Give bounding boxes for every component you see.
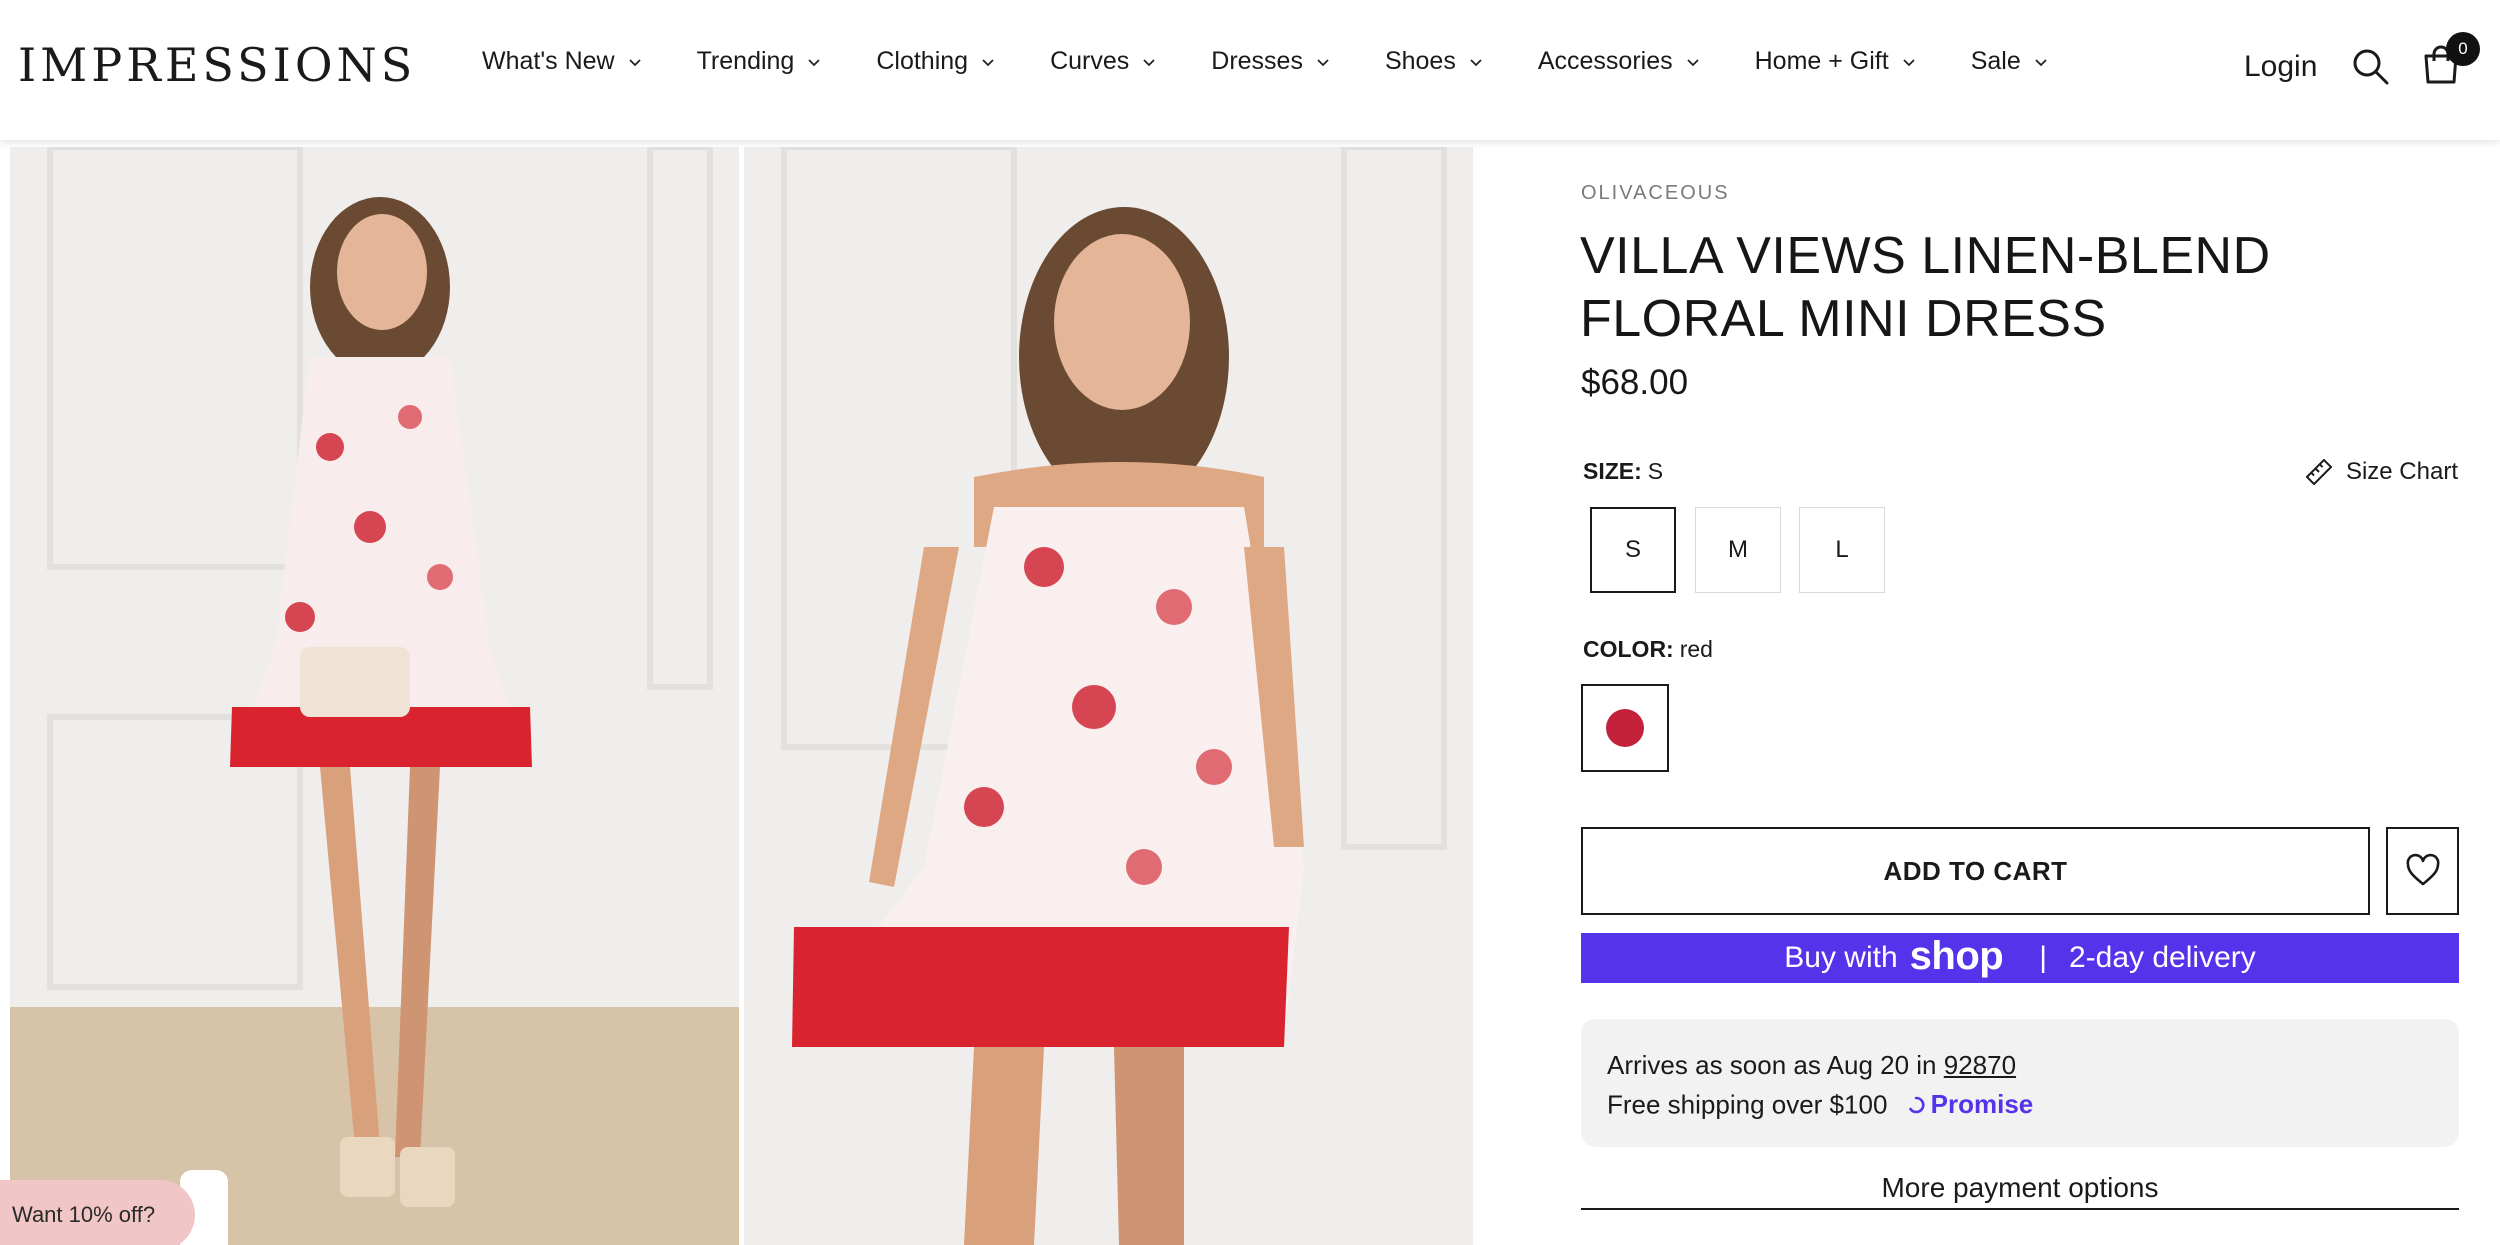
site-header: IMPRESSIONS What's New Trending Clothing… — [0, 0, 2500, 140]
shop-pay-separator: | — [2039, 941, 2047, 974]
delivery-shipping-line: Free shipping over $100 Promise — [1607, 1085, 2433, 1125]
heart-icon — [2406, 853, 2439, 886]
nav-item-trending[interactable]: Trending — [697, 47, 823, 76]
size-chart-link[interactable]: Size Chart — [2305, 458, 2458, 486]
chevron-down-icon — [2035, 58, 2047, 66]
more-payment-options-link[interactable]: More payment options — [1581, 1172, 2459, 1210]
product-brand[interactable]: OLIVACEOUS — [1581, 182, 1730, 205]
nav-item-sale[interactable]: Sale — [1971, 47, 2049, 76]
free-shipping-text: Free shipping over $100 — [1607, 1089, 1888, 1120]
product-photo-illustration — [10, 147, 739, 1245]
product-image-1[interactable] — [10, 147, 739, 1245]
nav-item-accessories[interactable]: Accessories — [1538, 47, 1701, 76]
cart-count-badge: 0 — [2446, 32, 2480, 66]
promise-badge[interactable]: Promise — [1907, 1085, 2034, 1124]
size-swatch-l[interactable]: L — [1799, 507, 1885, 593]
nav-label: Clothing — [876, 47, 969, 75]
size-option-label: SIZE: S — [1583, 458, 1663, 485]
delivery-zip-link[interactable]: 92870 — [1944, 1050, 2016, 1080]
nav-item-shoes[interactable]: Shoes — [1385, 47, 1484, 76]
delivery-arrival-text: Arrives as soon as Aug 20 in — [1607, 1050, 1937, 1080]
ruler-icon — [2305, 459, 2332, 485]
chevron-down-icon — [1686, 58, 1699, 66]
color-selected-value: red — [1679, 636, 1713, 662]
size-label: SIZE: — [1583, 458, 1642, 484]
delivery-arrival-line: Arrives as soon as Aug 20 in 92870 — [1607, 1046, 2433, 1085]
nav-label: Curves — [1050, 47, 1130, 75]
size-swatch-m[interactable]: M — [1695, 507, 1781, 593]
promo-discount-button[interactable]: Want 10% off? — [0, 1180, 195, 1245]
delivery-estimate-box: Arrives as soon as Aug 20 in 92870 Free … — [1581, 1019, 2459, 1147]
nav-label: Trending — [696, 47, 795, 75]
product-photo-illustration — [744, 147, 1473, 1245]
chevron-down-icon — [1903, 58, 1915, 66]
shop-pay-suffix: 2-day delivery — [2068, 941, 2256, 974]
color-option-label: COLOR: red — [1583, 636, 1713, 663]
nav-item-dresses[interactable]: Dresses — [1211, 47, 1331, 76]
size-swatch-s[interactable]: S — [1590, 507, 1676, 593]
nav-label: Sale — [1970, 47, 2021, 75]
nav-item-home-gift[interactable]: Home + Gift — [1755, 47, 1917, 76]
nav-item-curves[interactable]: Curves — [1050, 47, 1157, 76]
chevron-down-icon — [1470, 58, 1482, 66]
chevron-down-icon — [628, 58, 641, 66]
nav-item-clothing[interactable]: Clothing — [876, 47, 996, 76]
size-chart-label: Size Chart — [2345, 458, 2458, 485]
add-to-cart-button[interactable]: ADD TO CART — [1581, 827, 2370, 915]
chevron-down-icon — [808, 58, 820, 66]
nav-label: Home + Gift — [1754, 47, 1889, 75]
product-image-2[interactable] — [744, 147, 1473, 1245]
color-label: COLOR: — [1583, 636, 1674, 662]
site-logo[interactable]: IMPRESSIONS — [18, 38, 416, 92]
main-nav: What's New Trending Clothing Curves Dres… — [482, 47, 2049, 76]
chevron-down-icon — [982, 58, 994, 66]
wishlist-button[interactable] — [2386, 827, 2459, 915]
promise-icon — [1908, 1096, 1925, 1113]
promise-label: Promise — [1930, 1089, 2034, 1119]
product-title: VILLA VIEWS LINEN-BLEND FLORAL MINI DRES… — [1580, 227, 2271, 348]
search-icon[interactable] — [2350, 46, 2390, 86]
login-link[interactable]: Login — [2244, 50, 2317, 84]
nav-label: Dresses — [1211, 47, 1303, 75]
chevron-down-icon — [1317, 58, 1329, 66]
product-price: $68.00 — [1581, 363, 1689, 402]
shop-pay-prefix: Buy with — [1784, 941, 1898, 974]
size-selected-value: S — [1647, 458, 1664, 484]
nav-item-whats-new[interactable]: What's New — [482, 47, 643, 76]
chevron-down-icon — [1143, 58, 1155, 66]
nav-label: Shoes — [1384, 47, 1456, 75]
color-swatch-red[interactable] — [1581, 684, 1669, 772]
nav-label: Accessories — [1537, 47, 1673, 75]
nav-label: What's New — [482, 47, 615, 75]
shop-pay-logo: shop — [1909, 933, 2004, 978]
shop-pay-button[interactable]: Buy with shop | 2-day delivery — [1581, 933, 2459, 983]
color-dot — [1606, 709, 1644, 747]
